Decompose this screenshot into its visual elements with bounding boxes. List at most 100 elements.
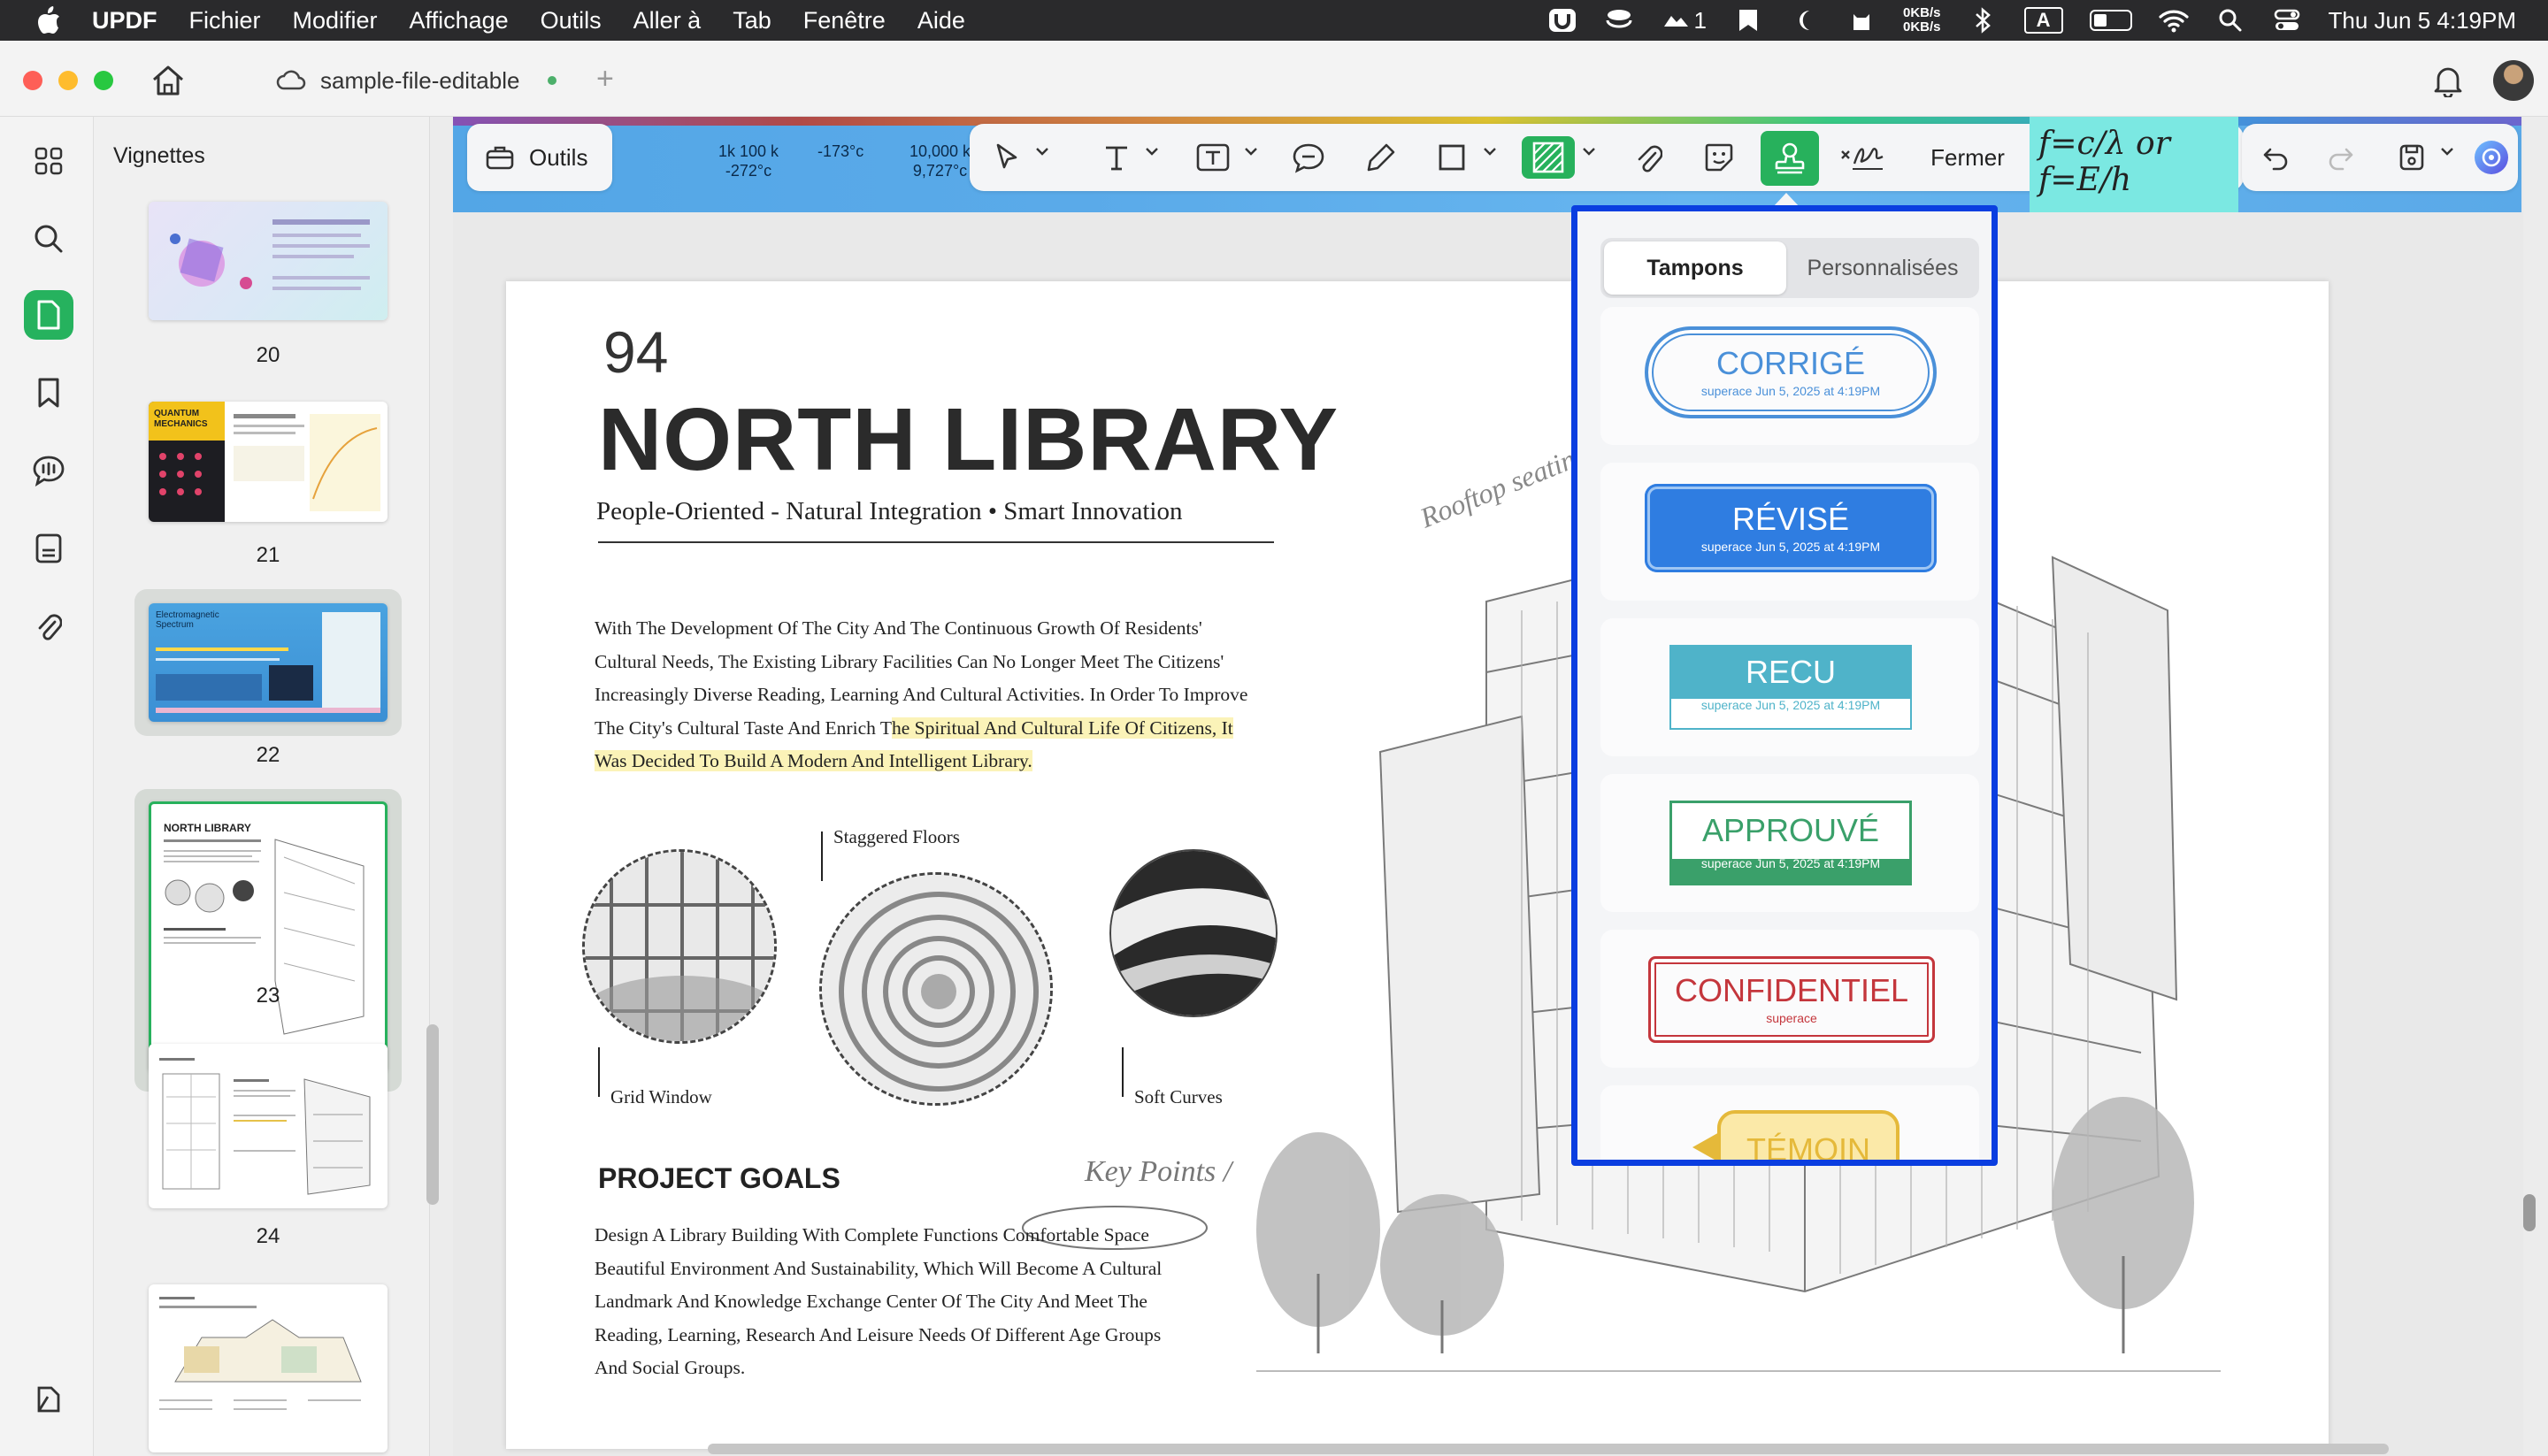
wifi-icon[interactable] — [2158, 7, 2189, 34]
stamp-item-corrige[interactable]: CORRIGÉ superace Jun 5, 2025 at 4:19PM — [1600, 307, 1979, 445]
left-tool-rail — [0, 117, 94, 1456]
window-minimize-button[interactable] — [58, 71, 78, 90]
thumbnail-page-23[interactable]: NORTH LIBRARY — [149, 801, 388, 1072]
signature-tool-button[interactable] — [1835, 136, 1888, 179]
stamp-item-confidentiel[interactable]: CONFIDENTIEL superace — [1600, 930, 1979, 1068]
thumbnail-page-24[interactable] — [149, 1044, 388, 1208]
stamp-item-revise[interactable]: RÉVISÉ superace Jun 5, 2025 at 4:19PM — [1600, 463, 1979, 601]
rail-forms-button[interactable] — [24, 524, 73, 573]
cat-icon[interactable] — [1846, 7, 1876, 34]
window-close-button[interactable] — [23, 71, 42, 90]
rail-grid-button[interactable] — [24, 136, 73, 186]
redo-button[interactable] — [2320, 136, 2362, 179]
chevron-down-icon[interactable] — [1035, 147, 1049, 156]
sticker-tool-button[interactable] — [1697, 136, 1741, 179]
ai-assistant-button[interactable] — [2470, 136, 2513, 179]
updf-status-icon[interactable] — [1547, 7, 1577, 34]
rectangle-icon — [1439, 144, 1465, 171]
clock[interactable]: Thu Jun 5 4:19PM — [2329, 7, 2516, 34]
thumbnails-scrollbar[interactable] — [426, 1024, 439, 1205]
document-horizontal-scrollbar[interactable] — [708, 1444, 2389, 1454]
pen-icon — [1367, 143, 1395, 172]
bell-icon[interactable] — [2433, 64, 2463, 97]
thumbnail-page-21[interactable]: QUANTUM MECHANICS — [149, 402, 388, 522]
battery-icon[interactable] — [2089, 10, 2132, 31]
paperclip-icon — [38, 614, 62, 640]
project-goals-paragraph[interactable]: Design A Library Building With Complete … — [595, 1219, 1267, 1385]
stamp-item-temoin[interactable]: TÉMOIN — [1600, 1085, 1979, 1160]
menu-outils[interactable]: Outils — [541, 7, 602, 34]
document-tab[interactable]: sample-file-editable — [276, 62, 557, 99]
bluetooth-icon[interactable] — [1968, 7, 1998, 34]
menu-tab[interactable]: Tab — [733, 7, 771, 34]
history-toolbar — [2242, 124, 2518, 191]
apple-icon[interactable] — [35, 5, 62, 35]
rail-bookmark-button[interactable] — [24, 368, 73, 418]
bookmark-status-icon[interactable] — [1733, 7, 1763, 34]
attachment-tool-button[interactable] — [1626, 136, 1670, 179]
avatar[interactable] — [2493, 60, 2534, 101]
menu-aller-a[interactable]: Aller à — [633, 7, 702, 34]
outils-button[interactable]: Outils — [467, 124, 612, 191]
outils-label: Outils — [529, 143, 588, 171]
rail-thumbnails-button[interactable] — [24, 290, 73, 340]
rail-search-button[interactable] — [24, 214, 73, 264]
stamp-subtitle: superace Jun 5, 2025 at 4:19PM — [1700, 698, 1881, 712]
thumbnail-page-25[interactable] — [149, 1284, 388, 1452]
rail-attachments-button[interactable] — [24, 602, 73, 651]
stamp-panel-pointer — [1773, 193, 1800, 207]
input-source-indicator[interactable]: A — [2023, 7, 2063, 34]
highlight-annotation[interactable]: he Spiritual And Cultural Life Of Citize… — [891, 717, 1233, 739]
area-highlight-tool-button[interactable] — [1522, 136, 1575, 179]
menu-fichier[interactable]: Fichier — [189, 7, 261, 34]
stamp-tool-button[interactable] — [1761, 131, 1819, 186]
stamp-item-approuve[interactable]: APPROUVÉ superace Jun 5, 2025 at 4:19PM — [1600, 774, 1979, 912]
comment-icon — [33, 456, 65, 487]
undo-button[interactable] — [2254, 136, 2297, 179]
rail-comments-button[interactable] — [24, 446, 73, 495]
chevron-down-icon[interactable] — [1145, 147, 1159, 156]
cloud-sync-icon[interactable] — [1661, 7, 1691, 34]
highlighter-tool-button[interactable] — [1359, 136, 1403, 179]
goals-line: Design A Library Building With Complete … — [595, 1224, 1149, 1245]
add-tab-button[interactable]: + — [596, 62, 614, 96]
home-icon[interactable] — [150, 64, 186, 97]
intro-paragraph[interactable]: With The Development Of The City And The… — [595, 612, 1302, 778]
comment-tool-button[interactable] — [1286, 136, 1331, 179]
paperclip-icon — [1638, 145, 1662, 172]
stamp-corrige: CORRIGÉ superace Jun 5, 2025 at 4:19PM — [1645, 326, 1937, 418]
menu-affichage[interactable]: Affichage — [410, 7, 509, 34]
thumbnail-number: 20 — [256, 343, 280, 367]
window-zoom-button[interactable] — [94, 71, 113, 90]
spotlight-search-icon[interactable] — [2215, 7, 2245, 34]
formula-strip: f=c/λ or f=E/h — [2030, 117, 2238, 212]
chevron-down-icon[interactable] — [2440, 147, 2454, 156]
moon-icon[interactable] — [1790, 7, 1820, 34]
text-box-tool-button[interactable] — [1191, 136, 1235, 179]
tab-personnalisees[interactable]: Personnalisées — [1790, 241, 1976, 295]
rail-layers-button[interactable] — [24, 1375, 73, 1424]
intro-line: Cultural Needs, The Existing Library Fac… — [595, 650, 1224, 672]
menu-modifier[interactable]: Modifier — [293, 7, 378, 34]
chevron-down-icon[interactable] — [1483, 147, 1497, 156]
chevron-down-icon[interactable] — [1244, 147, 1258, 156]
document-vertical-scrollbar[interactable] — [2523, 1194, 2536, 1231]
highlight-annotation[interactable]: Was Decided To Build A Modern And Intell… — [595, 750, 1032, 771]
fermer-button[interactable]: Fermer — [1918, 134, 2017, 180]
control-center-icon[interactable] — [2272, 7, 2302, 34]
thumbnail-page-20[interactable] — [149, 202, 388, 320]
menu-app-updf[interactable]: UPDF — [92, 7, 157, 34]
intro-line: With The Development Of The City And The… — [595, 617, 1202, 639]
menu-aide[interactable]: Aide — [917, 7, 965, 34]
shape-tool-button[interactable] — [1430, 136, 1474, 179]
tab-tampons[interactable]: Tampons — [1604, 241, 1786, 295]
menu-fenetre[interactable]: Fenêtre — [803, 7, 886, 34]
chevron-down-icon[interactable] — [1582, 147, 1596, 156]
select-tool-button[interactable] — [986, 136, 1028, 179]
stack-icon[interactable] — [1604, 7, 1634, 34]
undo-icon — [2263, 148, 2288, 171]
text-tool-button[interactable] — [1095, 136, 1138, 179]
thumbnail-page-22[interactable]: Electromagnetic Spectrum — [149, 603, 388, 722]
save-button[interactable] — [2391, 136, 2433, 179]
stamp-item-recu[interactable]: RECU superace Jun 5, 2025 at 4:19PM — [1600, 618, 1979, 756]
